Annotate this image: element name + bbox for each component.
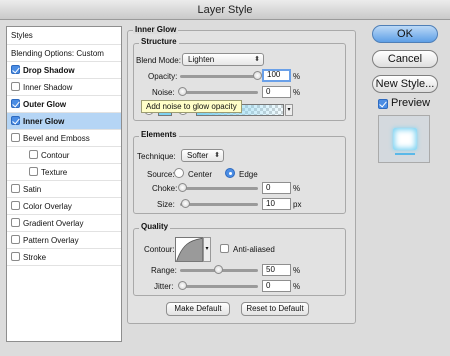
style-item-pattern-overlay[interactable]: Pattern Overlay	[7, 232, 121, 249]
style-item-bevel-emboss[interactable]: Bevel and Emboss	[7, 130, 121, 147]
technique-select[interactable]: Softer ⬍	[181, 149, 224, 162]
outer-glow-checkbox[interactable]	[11, 99, 20, 108]
source-center-label: Center	[188, 170, 213, 179]
style-item-drop-shadow[interactable]: Drop Shadow	[7, 62, 121, 79]
contour-curve-icon	[176, 238, 202, 261]
contour-checkbox[interactable]	[29, 150, 38, 159]
size-label: Size:	[157, 200, 175, 209]
make-default-button[interactable]: Make Default	[166, 302, 230, 316]
window-title: Layer Style	[0, 0, 450, 20]
stroke-checkbox[interactable]	[11, 252, 20, 261]
size-slider-knob[interactable]	[181, 199, 190, 208]
gradient-overlay-checkbox[interactable]	[11, 218, 20, 227]
inner-shadow-checkbox[interactable]	[11, 82, 20, 91]
contour-label: Contour:	[144, 245, 175, 254]
size-input[interactable]: 10	[262, 198, 291, 210]
blend-mode-select[interactable]: Lighten ⬍	[182, 53, 264, 66]
preview-glow-square	[393, 128, 417, 150]
range-label: Range:	[151, 266, 177, 275]
source-label: Source:	[147, 170, 175, 179]
style-item-outer-glow[interactable]: Outer Glow	[7, 96, 121, 113]
source-center-radio[interactable]	[174, 168, 184, 178]
cancel-button[interactable]: Cancel	[372, 50, 438, 68]
source-edge-label: Edge	[239, 170, 258, 179]
updown-arrows-icon: ⬍	[254, 56, 260, 63]
choke-unit: %	[293, 184, 301, 193]
updown-arrows-icon: ⬍	[214, 152, 220, 159]
jitter-slider-track[interactable]	[180, 285, 258, 288]
style-preview-thumbnail	[378, 115, 430, 163]
opacity-label: Opacity:	[148, 72, 178, 81]
opacity-slider-track[interactable]	[180, 75, 258, 78]
pattern-overlay-checkbox[interactable]	[11, 235, 20, 244]
new-style-button[interactable]: New Style...	[372, 75, 438, 93]
quality-title: Quality	[139, 222, 171, 231]
style-item-inner-shadow[interactable]: Inner Shadow	[7, 79, 121, 96]
blend-mode-label: Blend Mode:	[136, 56, 181, 65]
noise-tooltip: Add noise to glow opacity	[141, 100, 242, 113]
color-overlay-checkbox[interactable]	[11, 201, 20, 210]
structure-title: Structure	[139, 37, 179, 46]
style-item-gradient-overlay[interactable]: Gradient Overlay	[7, 215, 121, 232]
noise-label: Noise:	[152, 88, 175, 97]
styles-list: Styles Blending Options: Custom Drop Sha…	[6, 26, 122, 342]
style-item-color-overlay[interactable]: Color Overlay	[7, 198, 121, 215]
size-unit: px	[293, 200, 302, 209]
style-item-contour[interactable]: Contour	[7, 147, 121, 164]
inner-glow-title: Inner Glow	[133, 25, 179, 34]
technique-label: Technique:	[137, 152, 176, 161]
choke-slider-track[interactable]	[180, 187, 258, 190]
noise-unit: %	[293, 88, 301, 97]
opacity-unit: %	[293, 72, 301, 81]
anti-aliased-label: Anti-aliased	[233, 245, 275, 254]
opacity-input[interactable]: 100	[262, 69, 291, 82]
style-item-satin[interactable]: Satin	[7, 181, 121, 198]
jitter-input[interactable]: 0	[262, 280, 291, 292]
preview-checkbox[interactable]	[378, 99, 388, 109]
reset-default-button[interactable]: Reset to Default	[241, 302, 309, 316]
inner-glow-checkbox[interactable]	[11, 116, 20, 125]
elements-title: Elements	[139, 130, 179, 139]
noise-slider-knob[interactable]	[178, 87, 187, 96]
ok-button[interactable]: OK	[372, 25, 438, 43]
choke-slider-knob[interactable]	[178, 183, 187, 192]
jitter-label: Jitter:	[154, 282, 174, 291]
preview-glow-line	[395, 153, 415, 155]
size-slider-track[interactable]	[180, 203, 258, 206]
noise-slider-track[interactable]	[180, 91, 258, 94]
satin-checkbox[interactable]	[11, 184, 20, 193]
styles-list-header[interactable]: Styles	[7, 27, 121, 45]
range-slider-knob[interactable]	[214, 265, 223, 274]
style-item-stroke[interactable]: Stroke	[7, 249, 121, 266]
choke-input[interactable]: 0	[262, 182, 291, 194]
drop-shadow-checkbox[interactable]	[11, 65, 20, 74]
texture-checkbox[interactable]	[29, 167, 38, 176]
range-unit: %	[293, 266, 301, 275]
noise-input[interactable]: 0	[262, 86, 291, 98]
choke-label: Choke:	[152, 184, 178, 193]
bevel-emboss-checkbox[interactable]	[11, 133, 20, 142]
range-input[interactable]: 50	[262, 264, 291, 276]
gradient-picker-arrow-icon[interactable]: ▾	[285, 104, 293, 116]
preview-label: Preview	[391, 97, 431, 109]
contour-thumbnail[interactable]	[175, 237, 203, 262]
source-edge-radio[interactable]	[225, 168, 235, 178]
anti-aliased-checkbox[interactable]	[220, 244, 229, 253]
contour-picker-arrow-icon[interactable]: ▾	[203, 237, 211, 262]
blending-options-item[interactable]: Blending Options: Custom	[7, 45, 121, 62]
jitter-unit: %	[293, 282, 301, 291]
jitter-slider-knob[interactable]	[178, 281, 187, 290]
style-item-texture[interactable]: Texture	[7, 164, 121, 181]
style-item-inner-glow[interactable]: Inner Glow	[7, 113, 121, 130]
opacity-slider-knob[interactable]	[253, 71, 262, 80]
